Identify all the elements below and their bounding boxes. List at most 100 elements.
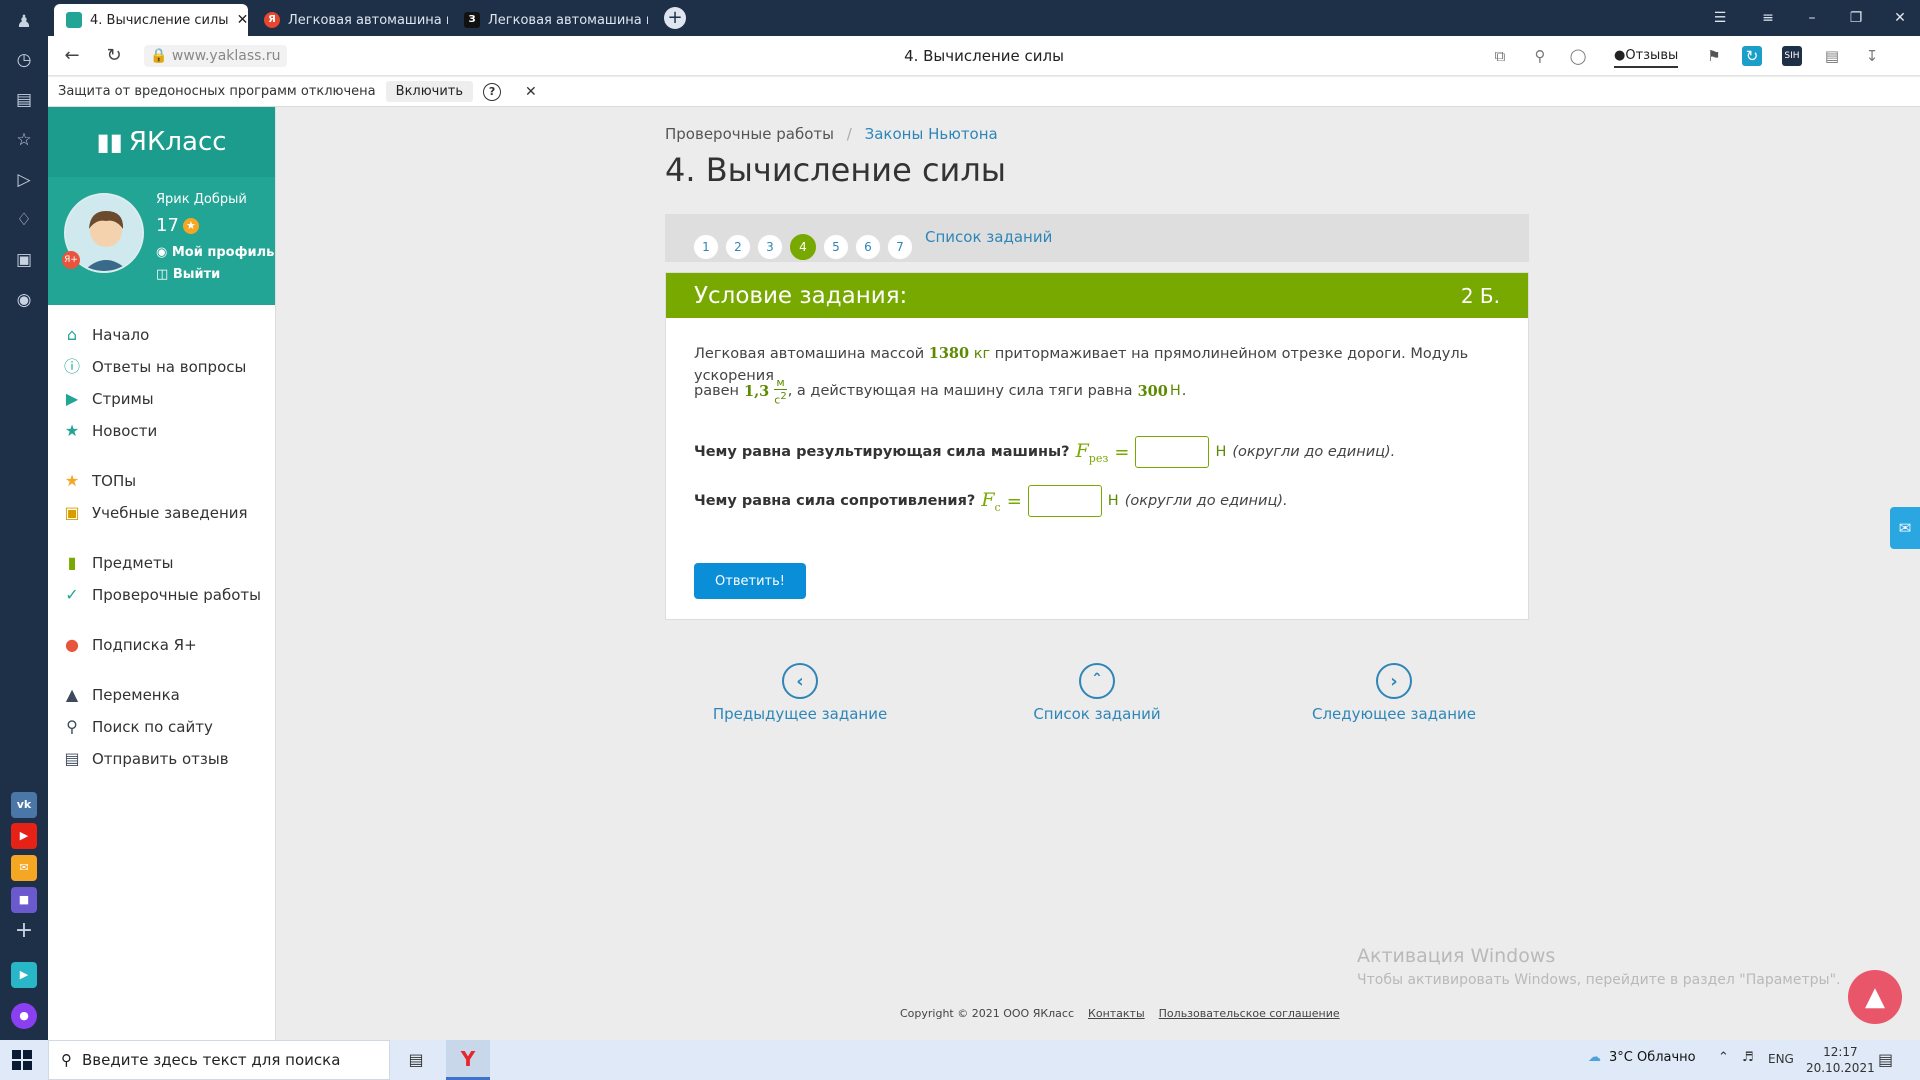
page-button-5[interactable]: 5 xyxy=(823,234,849,260)
accel-value: 1,3 xyxy=(744,382,770,400)
tab[interactable]: Я Легковая автомашина ма xyxy=(252,4,448,36)
yandex-browser-icon[interactable]: Y xyxy=(446,1040,490,1080)
volume-icon[interactable]: ♬ xyxy=(1742,1050,1754,1065)
language-indicator[interactable]: ENG xyxy=(1768,1052,1794,1066)
menu-item-feedback[interactable]: ▤ Отправить отзыв xyxy=(62,749,229,769)
close-icon[interactable]: ✕ xyxy=(237,12,248,28)
menu-item-tests[interactable]: ✓ Проверочные работы xyxy=(62,585,261,605)
bell-icon: ▲ xyxy=(65,685,79,704)
answer-input-1[interactable] xyxy=(1135,436,1210,468)
messenger-icon[interactable]: ■ xyxy=(11,887,37,913)
menu-item-subscription[interactable]: ● Подписка Я+ xyxy=(62,635,197,655)
cloud-icon: ☁ xyxy=(1588,1050,1601,1065)
prev-task-link[interactable]: ‹ Предыдущее задание xyxy=(700,663,900,723)
video-icon[interactable]: ▷ xyxy=(12,168,36,192)
page-button-3[interactable]: 3 xyxy=(757,234,783,260)
question-1-var: Fрез xyxy=(1076,440,1109,465)
menu-item-search[interactable]: ⚲ Поиск по сайту xyxy=(62,717,213,737)
bookmarks-icon[interactable]: ☆ xyxy=(12,128,36,152)
breadcrumb-parent[interactable]: Проверочные работы xyxy=(665,125,834,143)
new-tab-button[interactable]: + xyxy=(664,7,686,29)
add-app-icon[interactable]: + xyxy=(12,919,36,943)
logout-link[interactable]: ◫ Выйти xyxy=(156,267,220,282)
profile-block: Я+ Ярик Добрый 17 ★ ◉ Мой профиль ◫ Выйт… xyxy=(48,177,275,305)
extensions-icon[interactable]: ▤ xyxy=(1820,44,1844,68)
var-subscript: c xyxy=(994,500,1001,514)
answer-input-2[interactable] xyxy=(1027,485,1102,517)
footer-contacts-link[interactable]: Контакты xyxy=(1088,1007,1145,1020)
zen-icon[interactable]: ▣ xyxy=(12,248,36,272)
tab-label: 4. Вычисление силы xyxy=(90,12,229,28)
task-list-nav-link[interactable]: ˆ Список заданий xyxy=(997,663,1197,723)
feedback-button[interactable]: ●Отзывы xyxy=(1614,44,1679,68)
extension-sih-icon[interactable]: SIH xyxy=(1782,46,1802,66)
menu-item-answers[interactable]: ⓘ Ответы на вопросы xyxy=(62,357,246,377)
page-button-1[interactable]: 1 xyxy=(693,234,719,260)
window-close-icon[interactable]: ✕ xyxy=(1888,6,1912,30)
news-icon: ★ xyxy=(64,421,80,440)
equals-sign: = xyxy=(1114,441,1130,463)
task-list-link[interactable]: Список заданий xyxy=(925,228,1052,246)
notifications-icon[interactable]: ♢ xyxy=(12,208,36,232)
menu-item-streams[interactable]: ▶ Стримы xyxy=(62,389,154,409)
task-view-icon[interactable]: ▤ xyxy=(404,1048,428,1072)
profile-icon[interactable]: ♟ xyxy=(12,10,36,34)
weather-widget[interactable]: ☁ 3°С Облачно xyxy=(1588,1050,1696,1065)
action-center-icon[interactable]: ▤ xyxy=(1878,1050,1893,1069)
history-icon[interactable]: ◷ xyxy=(12,48,36,72)
next-task-link[interactable]: › Следующее задание xyxy=(1294,663,1494,723)
menu-item-home[interactable]: ⌂ Начало xyxy=(62,325,149,345)
collections-icon[interactable]: ▤ xyxy=(12,88,36,112)
back-icon[interactable]: ← xyxy=(60,44,84,68)
page-button-2[interactable]: 2 xyxy=(725,234,751,260)
protection-bar: Защита от вредоносных программ отключена… xyxy=(48,77,1920,107)
alice-icon[interactable]: ● xyxy=(11,1003,37,1029)
menu-item-tops[interactable]: ★ ТОПы xyxy=(62,471,136,491)
mail-feedback-icon[interactable]: ✉ xyxy=(1890,507,1920,549)
windows-start-icon[interactable] xyxy=(12,1050,32,1070)
menu-label: Ответы на вопросы xyxy=(92,358,247,376)
tab[interactable]: З Легковая автомашина ма xyxy=(452,4,648,36)
lock-icon: 🔒 xyxy=(150,48,172,64)
menu-item-subjects[interactable]: ▮ Предметы xyxy=(62,553,174,573)
footer-agreement-link[interactable]: Пользовательское соглашение xyxy=(1159,1007,1340,1020)
download-icon[interactable]: ↧ xyxy=(1860,44,1884,68)
menu-label: Предметы xyxy=(92,554,174,572)
app-icon[interactable]: ▶ xyxy=(11,962,37,988)
submit-answer-button[interactable]: Ответить! xyxy=(694,563,806,599)
youtube-icon[interactable]: ▶ xyxy=(11,823,37,849)
bookmark-icon[interactable]: ⚑ xyxy=(1702,44,1726,68)
tab-active[interactable]: 4. Вычисление силы ✕ xyxy=(54,4,248,36)
user-name[interactable]: Ярик Добрый xyxy=(156,192,247,207)
menu-label: Отправить отзыв xyxy=(92,750,229,768)
menu-icon[interactable]: ≡ xyxy=(1756,6,1780,30)
notification-bell-icon[interactable]: ▲ xyxy=(1848,970,1902,1024)
tabs-menu-icon[interactable]: ☰ xyxy=(1708,6,1732,30)
clock[interactable]: 12:17 20.10.2021 xyxy=(1806,1044,1875,1076)
logo[interactable]: ▮▮ ЯКласс xyxy=(48,107,275,177)
menu-item-break[interactable]: ▲ Переменка xyxy=(62,685,180,705)
reload-icon[interactable]: ↻ xyxy=(102,44,126,68)
restore-icon[interactable]: ❐ xyxy=(1844,6,1868,30)
breadcrumb-current[interactable]: Законы Ньютона xyxy=(865,125,998,143)
protect-icon[interactable]: ◯ xyxy=(1566,44,1590,68)
url-field[interactable]: 🔒 www.yaklass.ru xyxy=(144,45,287,67)
find-icon[interactable]: ⚲ xyxy=(1528,44,1552,68)
enable-protection-button[interactable]: Включить xyxy=(385,81,474,102)
menu-item-schools[interactable]: ▣ Учебные заведения xyxy=(62,503,247,523)
screenshot-icon[interactable]: ◉ xyxy=(12,288,36,312)
taskbar-search-input[interactable]: ⚲ Введите здесь текст для поиска xyxy=(48,1040,390,1080)
close-icon[interactable]: ✕ xyxy=(525,84,537,100)
tabs-icon[interactable]: ⧉ xyxy=(1488,44,1512,68)
minimize-icon[interactable]: – xyxy=(1800,6,1824,30)
tray-chevron-icon[interactable]: ⌃ xyxy=(1718,1050,1729,1065)
page-button-7[interactable]: 7 xyxy=(887,234,913,260)
page-button-4[interactable]: 4 xyxy=(790,234,816,260)
my-profile-link[interactable]: ◉ Мой профиль xyxy=(156,245,274,260)
vk-icon[interactable]: vk xyxy=(11,792,37,818)
menu-item-news[interactable]: ★ Новости xyxy=(62,421,157,441)
page-button-6[interactable]: 6 xyxy=(855,234,881,260)
help-icon[interactable]: ? xyxy=(483,82,502,101)
mail-icon[interactable]: ✉ xyxy=(11,855,37,881)
extension-icon[interactable]: ↻ xyxy=(1742,46,1762,66)
